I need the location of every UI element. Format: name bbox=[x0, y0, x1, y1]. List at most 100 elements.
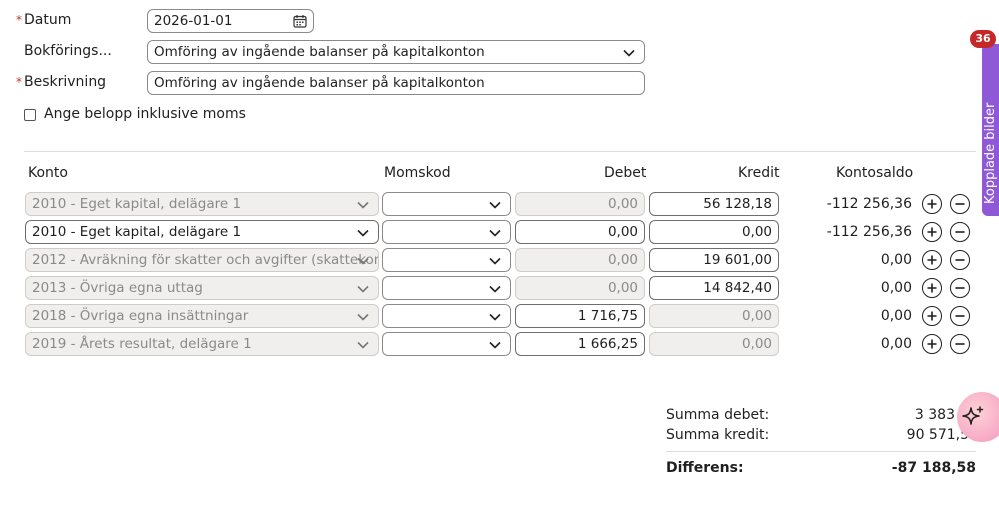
description-label: Beskrivning bbox=[24, 74, 107, 90]
plus-icon bbox=[927, 339, 937, 349]
account-balance: -112 256,36 bbox=[826, 196, 912, 212]
chevron-down-icon bbox=[357, 285, 369, 293]
account-value: 2010 - Eget kapital, delägare 1 bbox=[32, 196, 242, 212]
account-value: 2012 - Avräkning för skatter och avgifte… bbox=[32, 252, 379, 268]
diff-value: -87 188,58 bbox=[891, 460, 976, 476]
description-input[interactable]: Omföring av ingående balanser på kapital… bbox=[147, 71, 645, 95]
account-balance: 0,00 bbox=[880, 280, 912, 296]
vat-code-select[interactable] bbox=[382, 248, 511, 272]
chevron-down-icon bbox=[489, 341, 501, 349]
sum-debit-value: 3 383 bbox=[914, 407, 955, 423]
add-row-button[interactable] bbox=[922, 194, 942, 214]
minus-icon bbox=[955, 315, 965, 317]
add-row-button[interactable] bbox=[922, 222, 942, 242]
credit-input[interactable]: 0,00 bbox=[649, 332, 779, 356]
account-value: 2018 - Övriga egna insättningar bbox=[32, 308, 249, 324]
account-select[interactable]: 2010 - Eget kapital, delägare 1 bbox=[25, 220, 379, 244]
sparkle-icon bbox=[962, 406, 984, 425]
remove-row-button[interactable] bbox=[950, 334, 970, 354]
chevron-down-icon bbox=[489, 201, 501, 209]
vat-code-select[interactable] bbox=[382, 220, 511, 244]
sum-debit-label: Summa debet: bbox=[666, 407, 770, 423]
date-value: 2026-01-01 bbox=[154, 13, 233, 29]
account-balance: 0,00 bbox=[880, 252, 912, 268]
account-value: 2013 - Övriga egna uttag bbox=[32, 280, 203, 296]
chevron-down-icon bbox=[357, 313, 369, 321]
vat-code-select[interactable] bbox=[382, 192, 511, 216]
date-field[interactable]: 2026-01-01 bbox=[147, 9, 314, 33]
linked-images-tab[interactable]: Kopplade bilder bbox=[982, 44, 999, 216]
header-credit: Kredit bbox=[738, 165, 780, 181]
required-mark: * bbox=[16, 75, 22, 89]
add-row-button[interactable] bbox=[922, 334, 942, 354]
header-vat-code: Momskod bbox=[384, 165, 451, 181]
chevron-down-icon bbox=[489, 257, 501, 265]
chevron-down-icon bbox=[357, 201, 369, 209]
debit-input[interactable]: 0,00 bbox=[515, 276, 645, 300]
vat-inclusive-label: Ange belopp inklusive moms bbox=[44, 106, 246, 122]
credit-input[interactable]: 19 601,00 bbox=[649, 248, 779, 272]
vat-inclusive-checkbox[interactable] bbox=[24, 109, 36, 121]
account-balance: 0,00 bbox=[880, 336, 912, 352]
minus-icon bbox=[955, 343, 965, 345]
header-account: Konto bbox=[28, 165, 68, 181]
account-select[interactable]: 2018 - Övriga egna insättningar bbox=[25, 304, 379, 328]
diff-label: Differens: bbox=[666, 460, 744, 476]
credit-input[interactable]: 0,00 bbox=[649, 304, 779, 328]
account-select[interactable]: 2010 - Eget kapital, delägare 1 bbox=[25, 192, 379, 216]
series-value: Omföring av ingående balanser på kapital… bbox=[154, 44, 485, 60]
plus-icon bbox=[927, 255, 937, 265]
remove-row-button[interactable] bbox=[950, 306, 970, 326]
plus-icon bbox=[927, 283, 937, 293]
add-row-button[interactable] bbox=[922, 306, 942, 326]
vat-code-select[interactable] bbox=[382, 304, 511, 328]
plus-icon bbox=[927, 311, 937, 321]
credit-input[interactable]: 14 842,40 bbox=[649, 276, 779, 300]
series-label: Bokförings... bbox=[24, 43, 112, 59]
account-select[interactable]: 2019 - Årets resultat, delägare 1 bbox=[25, 332, 379, 356]
minus-icon bbox=[955, 259, 965, 261]
credit-input[interactable]: 0,00 bbox=[649, 220, 779, 244]
remove-row-button[interactable] bbox=[950, 250, 970, 270]
assistant-button[interactable] bbox=[957, 392, 999, 442]
header-debit: Debet bbox=[604, 165, 647, 181]
remove-row-button[interactable] bbox=[950, 194, 970, 214]
account-value: 2010 - Eget kapital, delägare 1 bbox=[32, 224, 242, 240]
minus-icon bbox=[955, 203, 965, 205]
debit-input[interactable]: 1 716,75 bbox=[515, 304, 645, 328]
chevron-down-icon bbox=[357, 229, 369, 237]
chevron-down-icon bbox=[489, 229, 501, 237]
account-select[interactable]: 2012 - Avräkning för skatter och avgifte… bbox=[25, 248, 379, 272]
account-balance: -112 256,36 bbox=[826, 224, 912, 240]
credit-input[interactable]: 56 128,18 bbox=[649, 192, 779, 216]
account-value: 2019 - Årets resultat, delägare 1 bbox=[32, 336, 252, 352]
vat-code-select[interactable] bbox=[382, 276, 511, 300]
add-row-button[interactable] bbox=[922, 250, 942, 270]
series-select[interactable]: Omföring av ingående balanser på kapital… bbox=[147, 40, 645, 64]
minus-icon bbox=[955, 287, 965, 289]
debit-input[interactable]: 0,00 bbox=[515, 192, 645, 216]
remove-row-button[interactable] bbox=[950, 222, 970, 242]
summary-divider bbox=[666, 451, 976, 452]
linked-images-label: Kopplade bilder bbox=[983, 102, 998, 204]
calendar-icon[interactable] bbox=[293, 14, 307, 28]
linked-images-badge: 36 bbox=[970, 30, 996, 48]
chevron-down-icon bbox=[623, 49, 635, 57]
debit-input[interactable]: 1 666,25 bbox=[515, 332, 645, 356]
chevron-down-icon bbox=[489, 285, 501, 293]
sum-credit-label: Summa kredit: bbox=[666, 427, 770, 443]
debit-input[interactable]: 0,00 bbox=[515, 220, 645, 244]
plus-icon bbox=[927, 199, 937, 209]
date-label: Datum bbox=[24, 12, 72, 28]
add-row-button[interactable] bbox=[922, 278, 942, 298]
description-value: Omföring av ingående balanser på kapital… bbox=[154, 75, 485, 91]
chevron-down-icon bbox=[489, 313, 501, 321]
plus-icon bbox=[927, 227, 937, 237]
account-select[interactable]: 2013 - Övriga egna uttag bbox=[25, 276, 379, 300]
debit-input[interactable]: 0,00 bbox=[515, 248, 645, 272]
remove-row-button[interactable] bbox=[950, 278, 970, 298]
header-balance: Kontosaldo bbox=[836, 165, 914, 181]
vat-code-select[interactable] bbox=[382, 332, 511, 356]
section-divider bbox=[24, 151, 976, 152]
account-balance: 0,00 bbox=[880, 308, 912, 324]
